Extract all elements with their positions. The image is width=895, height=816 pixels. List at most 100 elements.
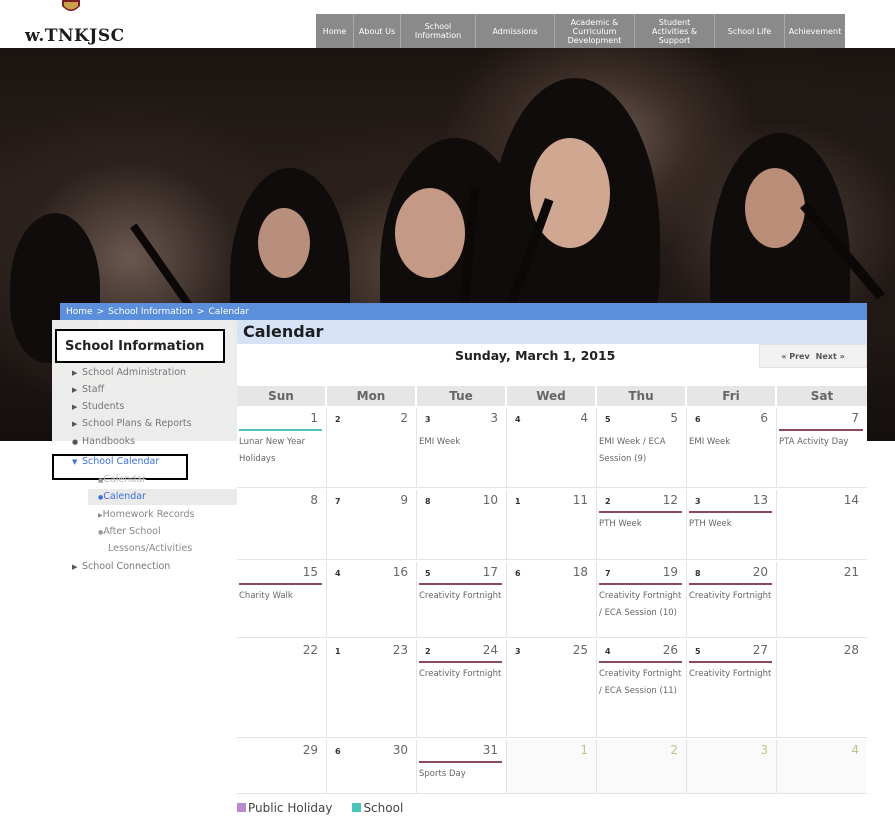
calendar-day-cell[interactable]: 14	[777, 490, 867, 560]
day-number: 10	[482, 493, 498, 507]
calendar-day-cell[interactable]: 29	[237, 740, 327, 794]
calendar-day-cell[interactable]: 31 Sports Day	[417, 740, 507, 794]
sidebar-item-school-administration[interactable]: ▶ School Administration	[72, 367, 186, 378]
nav-home[interactable]: Home	[316, 14, 354, 48]
calendar-day-cell[interactable]: 21	[777, 562, 867, 638]
calendar-day-cell[interactable]: 8 10	[417, 490, 507, 560]
event-text[interactable]: Charity Walk	[237, 584, 326, 605]
calendar-day-cell[interactable]: 7 19 Creativity Fortnight / ECA Session (1…	[597, 562, 687, 638]
sidebar-subitem-homework-records[interactable]: ▶Homework Records	[98, 509, 194, 520]
sidebar-item-school-plans-reports[interactable]: ▶ School Plans & Reports	[72, 418, 192, 429]
nav-about-us[interactable]: About Us	[354, 14, 401, 48]
sidebar-subitem-calendar[interactable]: ●Calendar	[98, 491, 146, 502]
event-marker-bar	[419, 583, 502, 585]
sidebar-subitem-calendar-old[interactable]: ●Calendar	[98, 474, 146, 485]
calendar-day-cell[interactable]: 15 Charity Walk	[237, 562, 327, 638]
day-header: 5 27	[687, 640, 776, 663]
breadcrumb-home[interactable]: Home	[66, 307, 93, 317]
day-number: 3	[760, 743, 768, 757]
day-number: 15	[302, 565, 318, 579]
event-text[interactable]: Sports Day	[417, 762, 506, 783]
event-text[interactable]: Creativity Fortnight	[687, 584, 776, 605]
calendar-day-cell[interactable]: 5 17 Creativity Fortnight	[417, 562, 507, 638]
sidebar-item-handbooks[interactable]: ● Handbooks	[72, 436, 135, 447]
day-header: 1	[507, 740, 596, 762]
event-text[interactable]: EMI Week / ECA Session (9)	[597, 430, 686, 468]
calendar-day-cell[interactable]: 6 6 EMI Week	[687, 408, 777, 488]
event-text[interactable]: PTH Week	[597, 512, 686, 533]
calendar-day-cell[interactable]: 8	[237, 490, 327, 560]
day-number: 28	[843, 643, 859, 657]
calendar-day-cell[interactable]: 1 23	[327, 640, 417, 738]
calendar-day-cell[interactable]: 2 12 PTH Week	[597, 490, 687, 560]
calendar-day-cell[interactable]: 3	[687, 740, 777, 794]
day-number: 19	[662, 565, 678, 579]
site-logo[interactable]: w.TNKJSC	[25, 26, 125, 46]
event-text[interactable]: EMI Week	[687, 430, 776, 451]
event-text[interactable]: EMI Week	[417, 430, 506, 451]
prev-button[interactable]: « Prev	[781, 352, 809, 361]
calendar-day-cell[interactable]: 1	[507, 740, 597, 794]
calendar-day-cell[interactable]: 2 24 Creativity Fortnight	[417, 640, 507, 738]
sidebar-subitem-lessons-activities[interactable]: Lessons/Activities	[108, 543, 192, 554]
calendar-day-cell[interactable]: 4 26 Creativity Fortnight / ECA Session (1…	[597, 640, 687, 738]
calendar-day-cell[interactable]: 22	[237, 640, 327, 738]
calendar-day-cell[interactable]: 6 30	[327, 740, 417, 794]
event-text[interactable]: Creativity Fortnight / ECA Session (11)	[597, 662, 686, 700]
nav-school-information[interactable]: School Information	[401, 14, 476, 48]
event-text[interactable]: Creativity Fortnight / ECA Session (10)	[597, 584, 686, 622]
calendar-day-cell[interactable]: 2	[597, 740, 687, 794]
breadcrumb-school-information[interactable]: School Information	[108, 307, 193, 317]
calendar-day-cell[interactable]: 6 18	[507, 562, 597, 638]
cycle-day-number: 1	[335, 647, 341, 656]
day-number: 4	[851, 743, 859, 757]
event-text[interactable]: PTA Activity Day	[777, 430, 867, 451]
event-text[interactable]: Lunar New Year Holidays	[237, 430, 326, 468]
calendar-day-cell[interactable]: 5 5 EMI Week / ECA Session (9)	[597, 408, 687, 488]
next-button[interactable]: Next »	[816, 352, 845, 361]
sidebar-item-school-connection[interactable]: ▶ School Connection	[72, 561, 170, 572]
day-number: 8	[310, 493, 318, 507]
calendar-day-cell[interactable]: 3 25	[507, 640, 597, 738]
event-text[interactable]: Creativity Fortnight	[417, 662, 506, 683]
breadcrumb-calendar[interactable]: Calendar	[209, 307, 249, 317]
calendar-day-cell[interactable]: 8 20 Creativity Fortnight	[687, 562, 777, 638]
calendar-day-cell[interactable]: 5 27 Creativity Fortnight	[687, 640, 777, 738]
event-marker-bar	[239, 429, 322, 431]
calendar-day-cell[interactable]: 4 16	[327, 562, 417, 638]
sidebar-subitem-after-school[interactable]: ●After School	[98, 526, 161, 537]
day-number: 13	[752, 493, 768, 507]
nav-academic-curriculum[interactable]: Academic & Curriculum Development	[555, 14, 635, 48]
day-header: 3 25	[507, 640, 596, 662]
event-text[interactable]: Creativity Fortnight	[417, 584, 506, 605]
caret-right-icon: ▶	[72, 369, 78, 377]
cycle-day-number: 8	[695, 569, 701, 578]
calendar-day-cell[interactable]: 28	[777, 640, 867, 738]
calendar-day-cell[interactable]: 1 11	[507, 490, 597, 560]
day-number: 5	[670, 411, 678, 425]
calendar-day-cell[interactable]: 1 Lunar New Year Holidays	[237, 408, 327, 488]
cycle-day-number: 2	[605, 497, 611, 506]
calendar-day-cell[interactable]: 4	[777, 740, 867, 794]
day-header: 7 19	[597, 562, 686, 585]
nav-achievement[interactable]: Achievement	[785, 14, 845, 48]
calendar-day-cell[interactable]: 44	[507, 408, 597, 488]
event-text[interactable]: Creativity Fortnight	[687, 662, 776, 683]
nav-student-activities[interactable]: Student Activities & Support	[635, 14, 715, 48]
cycle-day-number: 2	[335, 415, 341, 424]
calendar-day-cell[interactable]: 3 3 EMI Week	[417, 408, 507, 488]
caret-right-icon: ▶	[72, 563, 78, 571]
calendar-day-cell[interactable]: 7 PTA Activity Day	[777, 408, 867, 488]
sidebar-item-students[interactable]: ▶ Students	[72, 401, 124, 412]
nav-admissions[interactable]: Admissions	[476, 14, 555, 48]
calendar-day-cell[interactable]: 3 13 PTH Week	[687, 490, 777, 560]
hero-figure-face	[258, 208, 310, 278]
calendar-day-cell[interactable]: 22	[327, 408, 417, 488]
day-header: 5 17	[417, 562, 506, 585]
event-text[interactable]: PTH Week	[687, 512, 776, 533]
nav-school-life[interactable]: School Life	[715, 14, 785, 48]
calendar-panel: Calendar Sunday, March 1, 2015 « Prev Ne…	[237, 320, 867, 816]
calendar-day-cell[interactable]: 79	[327, 490, 417, 560]
day-number: 20	[752, 565, 768, 579]
sidebar-item-staff[interactable]: ▶ Staff	[72, 384, 104, 395]
